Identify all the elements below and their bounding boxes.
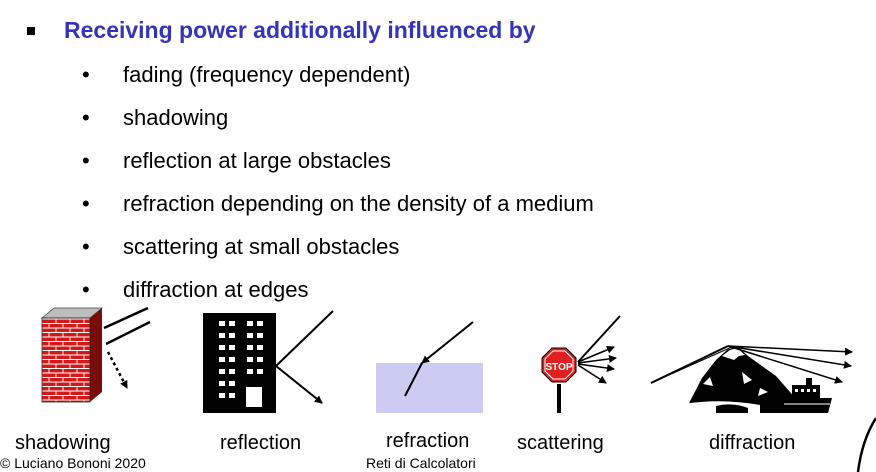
figure-label-refraction: refraction — [386, 430, 470, 452]
figure-label-diffraction: diffraction — [709, 432, 796, 454]
propagation-figures: STOP — [40, 306, 876, 472]
reflection-rays — [275, 310, 334, 404]
figure-label-reflection: reflection — [220, 432, 302, 454]
stop-sign-icon: STOP — [541, 347, 577, 413]
svg-text:STOP: STOP — [545, 362, 572, 373]
scattering-rays — [577, 315, 621, 384]
shadowing-rays — [103, 306, 151, 389]
footer-course: Reti di Calcolatori — [366, 455, 476, 471]
figure-label-shadowing: shadowing — [15, 432, 111, 454]
footer-copyright: © Luciano Bononi 2020 — [0, 455, 146, 471]
water-medium-icon — [376, 363, 483, 413]
brick-wall-icon — [40, 307, 104, 403]
figure-label-scattering: scattering — [517, 432, 604, 454]
building-icon — [203, 313, 276, 413]
corner-decoration — [856, 417, 876, 472]
